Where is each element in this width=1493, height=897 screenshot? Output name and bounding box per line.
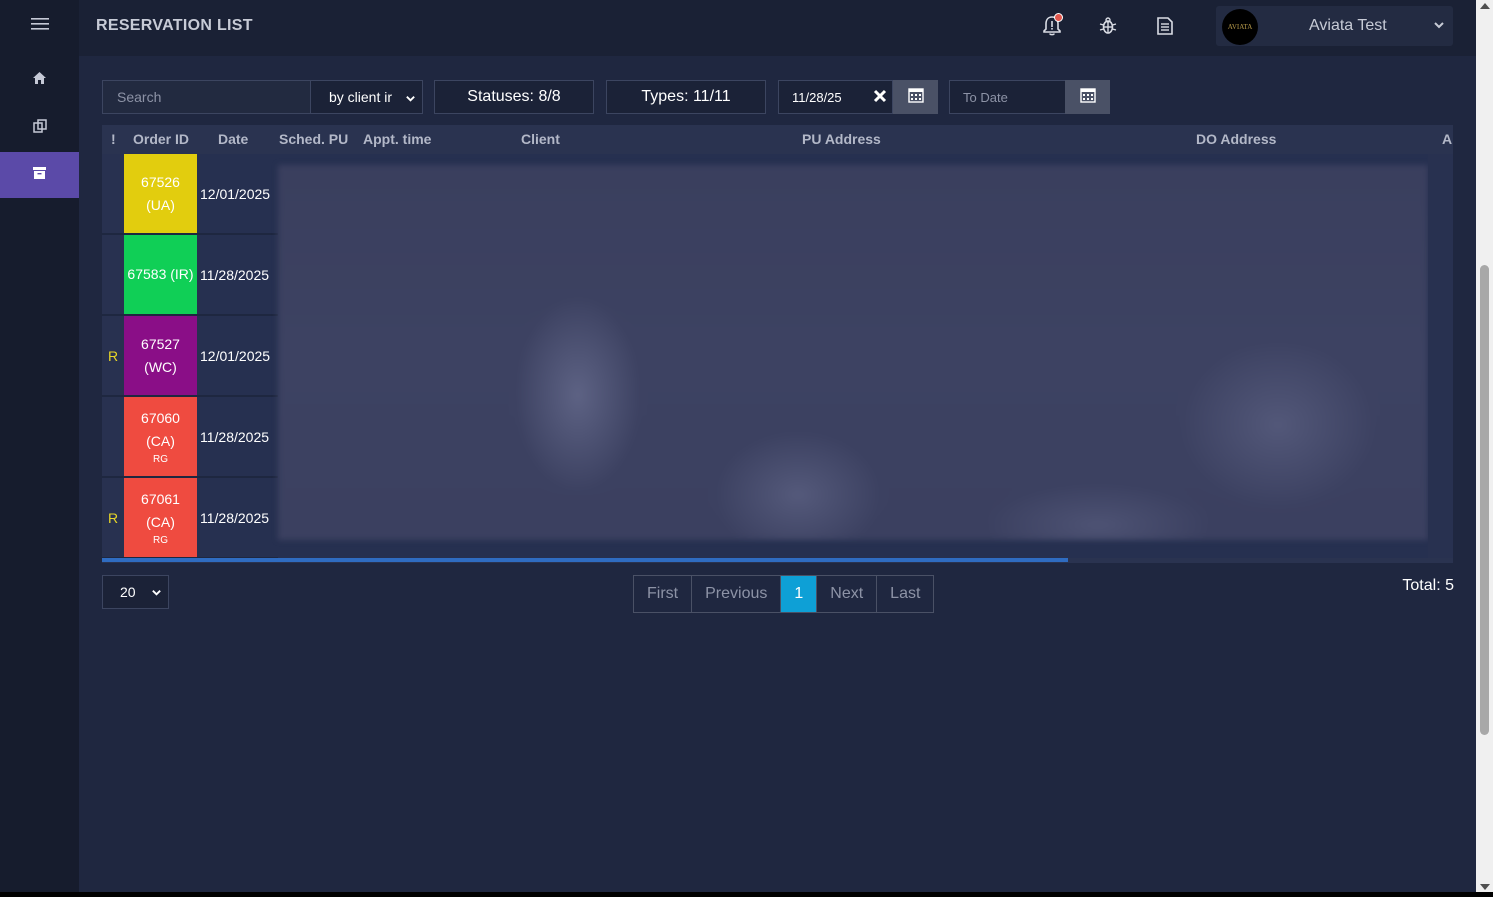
date-cell: 11/28/2025 <box>200 266 270 283</box>
types-filter-button[interactable]: Types: 11/11 <box>606 80 766 114</box>
order-id-cell[interactable]: 67061 (CA) RG <box>124 478 197 557</box>
chevron-down-icon <box>1433 18 1445 36</box>
statuses-filter-button[interactable]: Statuses: 8/8 <box>434 80 594 114</box>
column-header-pu-address[interactable]: PU Address <box>802 131 881 147</box>
chevron-down-icon <box>405 91 416 107</box>
row-flag <box>102 235 124 314</box>
app-root: RESERVATION LIST AVIATA Aviata Test Sear… <box>0 0 1493 897</box>
date-cell: 11/28/2025 <box>200 428 270 445</box>
calendar-icon <box>907 87 924 108</box>
row-flag <box>102 154 124 233</box>
notifications-button[interactable] <box>1040 13 1064 40</box>
calendar-icon <box>1079 87 1096 108</box>
column-header-appt-time[interactable]: Appt. time <box>363 131 431 147</box>
horizontal-scrollbar[interactable] <box>102 558 1068 562</box>
column-header-truncated[interactable]: A <box>1442 131 1452 147</box>
row-flag: R <box>102 316 124 395</box>
from-date-calendar-button[interactable] <box>893 80 938 114</box>
column-header-date[interactable]: Date <box>218 131 248 147</box>
column-header-sched-pu[interactable]: Sched. PU <box>279 131 348 147</box>
avatar: AVIATA <box>1222 9 1258 45</box>
sidebar-item-copy[interactable] <box>0 105 79 151</box>
order-type-code: (WC) <box>144 358 177 375</box>
chevron-down-icon <box>151 585 162 601</box>
order-id: 67061 <box>141 490 180 507</box>
bug-report-button[interactable] <box>1096 16 1120 40</box>
document-icon <box>1156 16 1174 40</box>
pagination-previous-button[interactable]: Previous <box>692 576 782 612</box>
sidebar-item-reservations[interactable] <box>0 152 79 198</box>
order-id: 67526 <box>141 173 180 190</box>
vertical-scrollbar[interactable] <box>1476 0 1493 892</box>
page-size-value: 20 <box>120 584 136 600</box>
home-icon <box>33 71 46 89</box>
column-header-do-address[interactable]: DO Address <box>1196 131 1276 147</box>
notification-badge <box>1054 13 1063 22</box>
order-id: 67527 <box>141 335 180 352</box>
order-id-cell[interactable]: 67526 (UA) <box>124 154 197 233</box>
bottom-edge <box>0 892 1493 897</box>
sidebar-item-home[interactable] <box>0 57 79 103</box>
column-header-client[interactable]: Client <box>521 131 560 147</box>
menu-icon <box>30 17 49 36</box>
page-title: RESERVATION LIST <box>96 17 253 34</box>
table-header: ! Order ID Date Sched. PU Appt. time Cli… <box>102 125 1453 154</box>
user-name: Aviata Test <box>1309 17 1387 34</box>
search-by-value: by client ir <box>329 89 393 105</box>
to-date-calendar-button[interactable] <box>1065 80 1110 114</box>
column-header-flag[interactable]: ! <box>111 131 116 147</box>
reservations-table: ! Order ID Date Sched. PU Appt. time Cli… <box>102 125 1453 563</box>
order-sub-label: RG <box>153 453 168 465</box>
bug-icon <box>1099 16 1117 40</box>
sidebar <box>0 0 79 892</box>
scroll-down-icon[interactable] <box>1480 884 1490 890</box>
close-icon <box>873 86 887 109</box>
archive-icon <box>33 166 46 184</box>
pagination-last-button[interactable]: Last <box>877 576 934 612</box>
search-by-select[interactable]: by client ir <box>310 80 423 114</box>
order-id-cell[interactable]: 67583 (IR) <box>124 235 197 314</box>
order-id: 67060 <box>141 409 180 426</box>
page-size-select[interactable]: 20 <box>102 575 169 609</box>
copy-icon <box>32 118 47 138</box>
column-header-order-id[interactable]: Order ID <box>133 131 189 147</box>
row-flag: R <box>102 478 124 557</box>
pagination: First Previous 1 Next Last <box>633 575 935 613</box>
order-id: 67583 (IR) <box>127 266 194 282</box>
to-date-input[interactable]: To Date <box>949 80 1066 114</box>
user-menu[interactable]: AVIATA Aviata Test <box>1216 6 1453 46</box>
documents-button[interactable] <box>1153 16 1177 40</box>
scrollbar-thumb[interactable] <box>1480 265 1489 735</box>
top-header: RESERVATION LIST AVIATA Aviata Test <box>79 0 1476 56</box>
order-type-code: (CA) <box>146 513 175 530</box>
pagination-next-button[interactable]: Next <box>817 576 878 612</box>
order-type-code: (CA) <box>146 432 175 449</box>
search-input[interactable] <box>102 80 311 114</box>
order-sub-label: RG <box>153 534 168 546</box>
clear-date-button[interactable] <box>867 80 893 114</box>
pagination-first-button[interactable]: First <box>634 576 693 612</box>
order-type-code: (UA) <box>146 196 175 213</box>
date-cell: 12/01/2025 <box>200 185 271 202</box>
row-flag <box>102 397 124 476</box>
redacted-content <box>278 165 1428 540</box>
date-cell: 12/01/2025 <box>200 347 271 364</box>
total-count: Total: 5 <box>1402 577 1454 594</box>
menu-toggle-button[interactable] <box>0 3 79 49</box>
scroll-up-icon[interactable] <box>1480 3 1490 9</box>
order-id-cell[interactable]: 67527 (WC) <box>124 316 197 395</box>
date-cell: 11/28/2025 <box>200 509 270 526</box>
truncated-column <box>1428 154 1453 558</box>
main-content: by client ir Statuses: 8/8 Types: 11/11 … <box>79 56 1476 892</box>
pagination-page-1-button[interactable]: 1 <box>781 576 818 612</box>
order-id-cell[interactable]: 67060 (CA) RG <box>124 397 197 476</box>
